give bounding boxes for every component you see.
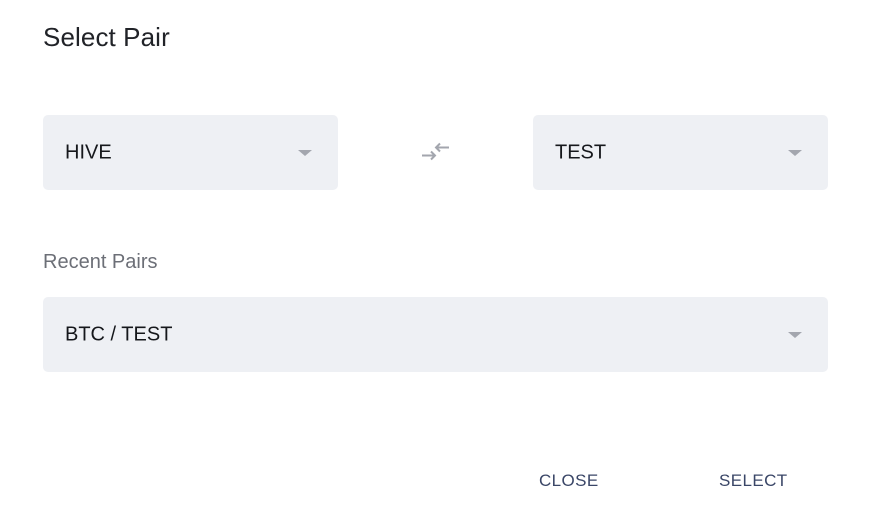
caret-down-icon (298, 149, 312, 156)
caret-down-icon (788, 331, 802, 338)
select-button[interactable]: SELECT (713, 464, 794, 498)
swap-arrows-icon[interactable] (419, 139, 453, 165)
recent-pair-value: BTC / TEST (65, 323, 173, 345)
close-button[interactable]: CLOSE (533, 464, 605, 498)
select-pair-dialog: Select Pair HIVE TEST Recent Pairs BTC /… (0, 0, 872, 520)
caret-down-icon (788, 149, 802, 156)
dialog-title: Select Pair (43, 22, 170, 52)
base-asset-select[interactable]: HIVE (43, 115, 338, 190)
recent-pairs-label: Recent Pairs (43, 251, 158, 273)
swap-arrows-svg (422, 142, 449, 161)
base-asset-value: HIVE (65, 141, 112, 163)
quote-asset-value: TEST (555, 141, 607, 163)
recent-pairs-select[interactable]: BTC / TEST (43, 297, 828, 372)
quote-asset-select[interactable]: TEST (533, 115, 828, 190)
